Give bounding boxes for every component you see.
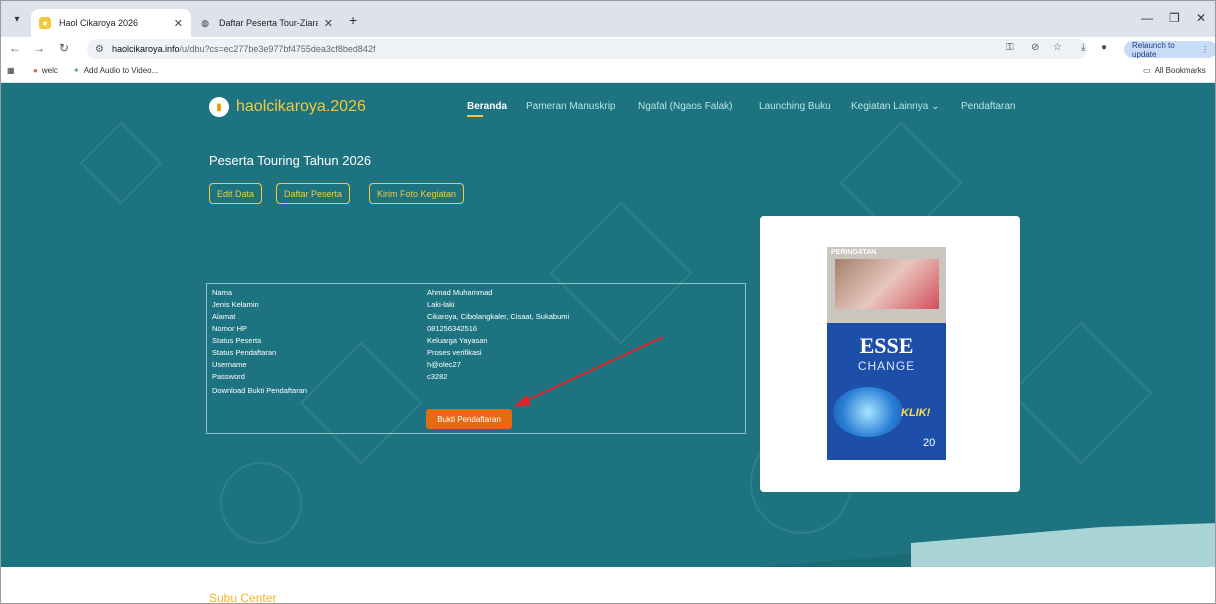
star-icon[interactable]: ☆ (1053, 42, 1062, 53)
pack-warning-panel: PERINGATAN (827, 247, 946, 323)
bookmark-label: welc (41, 66, 58, 75)
pack-brand: ESSE (859, 333, 914, 358)
window-close-icon[interactable]: ✕ (1196, 11, 1206, 25)
pack-sub: CHANGE (857, 359, 916, 373)
tab-title: Daftar Peserta Tour-Ziarah Tahu (219, 18, 318, 28)
folder-icon: ▭ (1143, 66, 1151, 75)
download-label: Download Bukti Pendaftaran (212, 386, 308, 395)
daftar-peserta-button[interactable]: Daftar Peserta (276, 183, 351, 204)
nav-launching-buku[interactable]: Launching Buku (759, 101, 831, 112)
globe-icon: ◍ (201, 17, 209, 28)
pack-splash (833, 387, 903, 437)
tab-daftar-peserta[interactable]: ◍ Daftar Peserta Tour-Ziarah Tahu ✕ (191, 9, 341, 37)
apps-grid-icon[interactable]: ▦ (7, 66, 15, 75)
page-viewport: ▮ haolcikaroya.2026 Beranda Pameran Manu… (1, 83, 1215, 604)
bookmark-favicon-icon: ✦ (73, 66, 80, 75)
info-label: Nama (212, 288, 233, 297)
hero-section: ▮ haolcikaroya.2026 Beranda Pameran Manu… (1, 83, 1215, 567)
download-icon[interactable]: ⤓ (1081, 42, 1085, 53)
forward-icon[interactable]: → (33, 41, 45, 55)
back-icon[interactable]: ← (9, 41, 21, 55)
annotation-arrow (513, 336, 664, 407)
pack-count: 20 (923, 437, 936, 449)
bookmark-add-audio[interactable]: ✦ Add Audio to Video... (73, 66, 158, 75)
nav-ngafal[interactable]: Ngafal (Ngaos Falak) (638, 101, 732, 112)
site-logo[interactable]: ▮ haolcikaroya.2026 (209, 97, 366, 117)
logo-text: haolcikaroya.2026 (236, 98, 366, 115)
info-value: 081256342516 (427, 324, 478, 333)
all-bookmarks-label: All Bookmarks (1154, 66, 1206, 75)
pack-klik: KLIK! (901, 407, 931, 419)
nav-pameran-manuskrip[interactable]: Pameran Manuskrip (526, 101, 615, 112)
wave-decoration (1, 523, 1215, 567)
info-value: Cikaroya, Cibolangkaler, Cisaat, Sukabum… (427, 312, 570, 321)
bookmarks-bar: ▦ ● welc ✦ Add Audio to Video... ▭ All B… (1, 61, 1215, 83)
tab-close-icon[interactable]: ✕ (324, 17, 333, 30)
bookmark-favicon-icon: ● (33, 66, 38, 75)
nav-pendaftaran[interactable]: Pendaftaran (961, 101, 1016, 112)
edit-data-button[interactable]: Edit Data (209, 183, 263, 204)
site-favicon-icon: ● (39, 17, 51, 29)
info-label: Alamat (212, 312, 236, 321)
new-tab-icon[interactable]: + (349, 12, 357, 28)
info-label: Jenis Kelamin (212, 300, 259, 309)
kirim-foto-button[interactable]: Kirim Foto Kegiatan (369, 183, 465, 204)
site-info-icon[interactable]: ⚙ (95, 44, 104, 55)
maximize-icon[interactable]: ❐ (1169, 11, 1180, 25)
address-bar[interactable]: ⚙ haolcikaroya.info /u/dbu?cs=ec277be3e9… (87, 39, 1087, 59)
info-label: Status Pendaftaran (212, 348, 277, 357)
eye-off-icon[interactable]: ⊘ (1031, 42, 1039, 53)
bookmark-welc[interactable]: ● welc (33, 66, 58, 75)
info-label: Username (212, 360, 247, 369)
relaunch-button[interactable]: Relaunch to update ⋮ (1124, 40, 1215, 59)
info-value: Laki-laki (427, 300, 455, 309)
info-label: Password (212, 372, 245, 381)
toolbar: ← → ↻ ⚙ haolcikaroya.info /u/dbu?cs=ec27… (1, 37, 1215, 61)
nav-beranda[interactable]: Beranda (467, 101, 507, 112)
minimize-icon[interactable]: — (1141, 11, 1153, 25)
pack-warning-text: PERINGATAN (831, 249, 877, 256)
password-key-icon[interactable]: ⚿ (1006, 42, 1014, 53)
tab-title: Haol Cikaroya 2026 (59, 18, 139, 28)
bukti-pendaftaran-button[interactable]: Bukti Pendaftaran (426, 409, 512, 429)
footer-title: Subu Center (209, 591, 277, 604)
relaunch-label: Relaunch to update (1132, 40, 1175, 59)
browser-window: ▾ ● Haol Cikaroya 2026 ✕ ◍ Daftar Pesert… (0, 0, 1216, 604)
avatar[interactable]: ● (1101, 42, 1107, 53)
info-label: Nomor HP (212, 324, 248, 333)
tab-close-icon[interactable]: ✕ (174, 17, 183, 30)
tab-strip: ▾ ● Haol Cikaroya 2026 ✕ ◍ Daftar Pesert… (1, 1, 1215, 37)
page-title: Peserta Touring Tahun 2026 (209, 153, 372, 168)
tab-haol-cikaroya[interactable]: ● Haol Cikaroya 2026 ✕ (31, 9, 191, 37)
reload-icon[interactable]: ↻ (59, 41, 69, 55)
logo-emblem-icon: ▮ (209, 97, 229, 117)
uploaded-photo-card: PERINGATAN ESSE CHANGE KLIK! 20 (760, 216, 1020, 492)
nav-active-indicator (467, 115, 483, 117)
nav-kegiatan-lainnya[interactable]: Kegiatan Lainnya ⌄ (851, 101, 939, 112)
tab-search-icon[interactable]: ▾ (7, 9, 27, 29)
more-vert-icon[interactable]: ⋮ (1201, 45, 1209, 54)
uploaded-photo: PERINGATAN ESSE CHANGE KLIK! 20 (827, 247, 946, 460)
info-label: Status Peserta (212, 336, 262, 345)
all-bookmarks[interactable]: ▭ All Bookmarks (1143, 66, 1206, 75)
url-host: haolcikaroya.info (111, 44, 180, 54)
url-path: /u/dbu?cs=ec277be3e977bf4755dea3cf8bed84… (179, 44, 376, 54)
info-value: Ahmad Muhammad (427, 288, 493, 297)
bookmark-label: Add Audio to Video... (83, 66, 159, 75)
pack-warning-image (835, 259, 939, 309)
